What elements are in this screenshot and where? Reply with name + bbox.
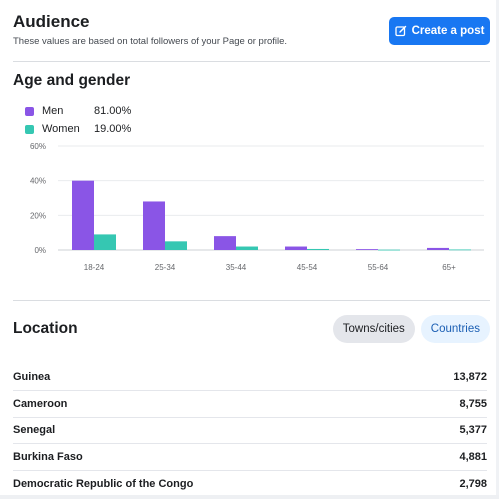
legend-label: Men xyxy=(42,105,64,117)
y-tick-label: 20% xyxy=(30,211,46,220)
list-item: Senegal 5,377 xyxy=(13,418,487,445)
tab-towns-cities[interactable]: Towns/cities xyxy=(332,315,415,343)
create-post-label: Create a post xyxy=(411,25,485,37)
age-gender-bar-chart: 0% 20% 40% 60% 18-24 25-34 35-44 45-54 55-64 65+ xyxy=(30,142,484,272)
bar-men xyxy=(427,247,449,250)
bar-women xyxy=(449,249,471,251)
edit-icon xyxy=(394,25,406,37)
divider xyxy=(13,61,490,62)
country-name: Burkina Faso xyxy=(13,451,83,464)
list-item: Burkina Faso 4,881 xyxy=(13,444,487,472)
legend-label: Women xyxy=(42,123,80,135)
bar-men xyxy=(143,201,165,250)
x-tick-label: 55-64 xyxy=(368,263,389,272)
bar-men xyxy=(72,180,94,250)
country-count: 13,872 xyxy=(453,370,487,383)
bar-women xyxy=(94,234,116,250)
legend-value: 81.00% xyxy=(94,105,132,117)
bar-men xyxy=(214,236,236,250)
audience-panel: Audience These values are based on total… xyxy=(0,0,499,499)
country-name: Democratic Republic of the Congo xyxy=(13,478,194,491)
country-count: 2,798 xyxy=(459,478,487,491)
age-gender-title: Age and gender xyxy=(13,72,131,89)
y-tick-label: 60% xyxy=(30,142,46,151)
bar-women xyxy=(236,246,258,250)
create-post-button[interactable]: Create a post xyxy=(389,17,490,45)
location-tabs: Towns/cities Countries xyxy=(332,315,490,343)
location-list: Guinea 13,872 Cameroon 8,755 Senegal 5,3… xyxy=(13,364,487,498)
country-name: Senegal xyxy=(13,424,56,437)
bottom-edge xyxy=(0,495,499,499)
page-subtitle: These values are based on total follower… xyxy=(13,36,288,47)
country-name: Guinea xyxy=(13,370,51,383)
legend-swatch-women xyxy=(25,124,34,134)
country-count: 5,377 xyxy=(459,424,487,437)
x-tick-label: 45-54 xyxy=(297,263,318,272)
legend-item-men: Men 81.00% xyxy=(25,102,155,120)
legend-value: 19.00% xyxy=(94,123,132,135)
y-tick-label: 40% xyxy=(30,177,46,186)
y-tick-label: 0% xyxy=(34,246,46,255)
country-count: 8,755 xyxy=(459,397,487,410)
legend-item-women: Women 19.00% xyxy=(25,120,155,138)
location-title: Location xyxy=(13,320,78,337)
country-count: 4,881 xyxy=(459,451,487,464)
bar-women xyxy=(165,241,187,250)
x-tick-label: 65+ xyxy=(442,263,456,272)
list-item: Guinea 13,872 xyxy=(13,364,487,391)
list-item: Cameroon 8,755 xyxy=(13,391,487,418)
divider xyxy=(13,300,490,301)
chart-legend: Men 81.00% Women 19.00% xyxy=(25,102,155,138)
bar-men xyxy=(356,249,378,250)
legend-swatch-men xyxy=(25,106,34,116)
bar-men xyxy=(285,246,307,250)
tab-countries[interactable]: Countries xyxy=(420,315,490,343)
x-tick-label: 35-44 xyxy=(226,263,247,272)
x-tick-label: 18-24 xyxy=(84,263,105,272)
bar-women xyxy=(307,248,329,250)
x-tick-label: 25-34 xyxy=(155,263,176,272)
audience-header: Audience These values are based on total… xyxy=(13,12,490,52)
country-name: Cameroon xyxy=(13,397,68,410)
list-item: Democratic Republic of the Congo 2,798 xyxy=(13,471,487,498)
bar-women xyxy=(378,249,400,251)
